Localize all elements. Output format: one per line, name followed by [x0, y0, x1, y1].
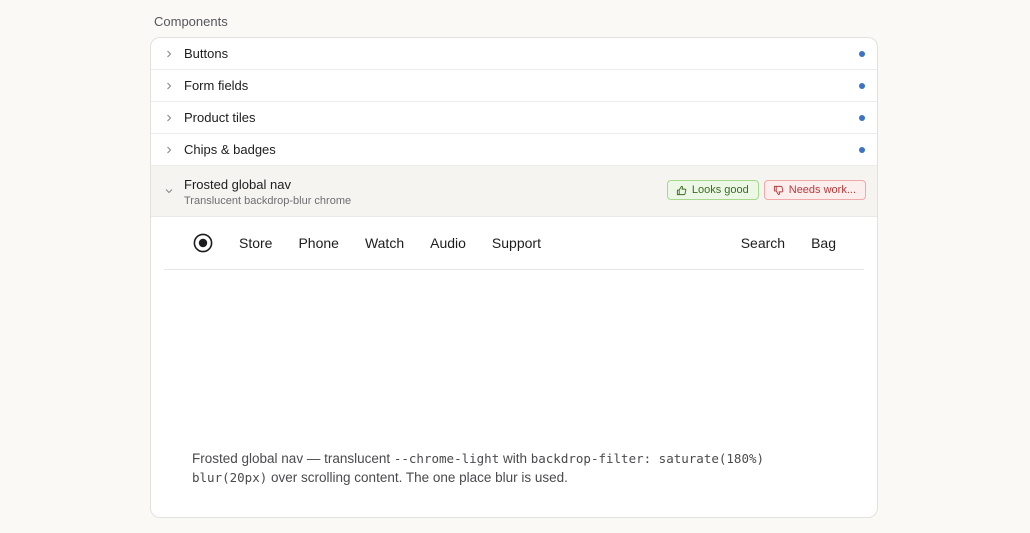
- nav-link-audio[interactable]: Audio: [430, 235, 466, 251]
- chevron-right-icon: [164, 113, 174, 123]
- caption-code: blur(20px): [192, 470, 268, 485]
- status-dot: [859, 147, 865, 153]
- component-caption: Frosted global nav — translucent --chrom…: [192, 449, 812, 487]
- thumbs-up-icon: [676, 185, 687, 195]
- caption-text: Frosted global nav — translucent: [192, 451, 394, 466]
- global-nav: Store Phone Watch Audio Support Search B…: [164, 217, 864, 270]
- row-label: Product tiles: [184, 110, 256, 125]
- component-row-frosted-global-nav[interactable]: Frosted global nav Translucent backdrop-…: [151, 166, 877, 217]
- component-preview: Store Phone Watch Audio Support Search B…: [151, 217, 877, 517]
- nav-link-phone[interactable]: Phone: [298, 235, 338, 251]
- looks-good-button[interactable]: Looks good: [666, 180, 759, 200]
- nav-link-support[interactable]: Support: [492, 235, 541, 251]
- row-label: Chips & badges: [184, 142, 276, 157]
- nav-link-watch[interactable]: Watch: [365, 235, 404, 251]
- component-row-buttons[interactable]: Buttons: [151, 38, 877, 70]
- caption-code: backdrop-filter: saturate(180%): [530, 451, 765, 466]
- component-row-form-fields[interactable]: Form fields: [151, 70, 877, 102]
- row-label: Form fields: [184, 78, 249, 93]
- components-panel: Buttons Form fields Product tiles Chips …: [150, 37, 878, 518]
- caption-text: with: [499, 451, 531, 466]
- target-logo-icon[interactable]: [193, 233, 213, 253]
- row-label: Frosted global nav: [184, 177, 291, 192]
- thumbs-down-icon: [773, 185, 784, 195]
- component-row-chips-badges[interactable]: Chips & badges: [151, 134, 877, 166]
- row-label: Buttons: [184, 46, 229, 61]
- caption-text: over scrolling content. The one place bl…: [267, 470, 568, 485]
- caption-code: --chrome-light: [393, 451, 500, 466]
- nav-link-search[interactable]: Search: [741, 235, 785, 251]
- row-subtitle: Translucent backdrop-blur chrome: [184, 195, 352, 207]
- status-dot: [859, 51, 865, 57]
- component-row-product-tiles[interactable]: Product tiles: [151, 102, 877, 134]
- nav-link-bag[interactable]: Bag: [811, 235, 836, 251]
- chevron-right-icon: [164, 49, 174, 59]
- needs-work-button[interactable]: Needs work...: [763, 180, 866, 200]
- status-dot: [859, 83, 865, 89]
- needs-work-label: Needs work...: [788, 184, 856, 196]
- section-title: Components: [154, 14, 228, 29]
- nav-link-store[interactable]: Store: [239, 235, 272, 251]
- status-dot: [859, 115, 865, 121]
- looks-good-label: Looks good: [691, 184, 749, 196]
- chevron-right-icon: [164, 81, 174, 91]
- chevron-down-icon: [164, 186, 174, 196]
- chevron-right-icon: [164, 145, 174, 155]
